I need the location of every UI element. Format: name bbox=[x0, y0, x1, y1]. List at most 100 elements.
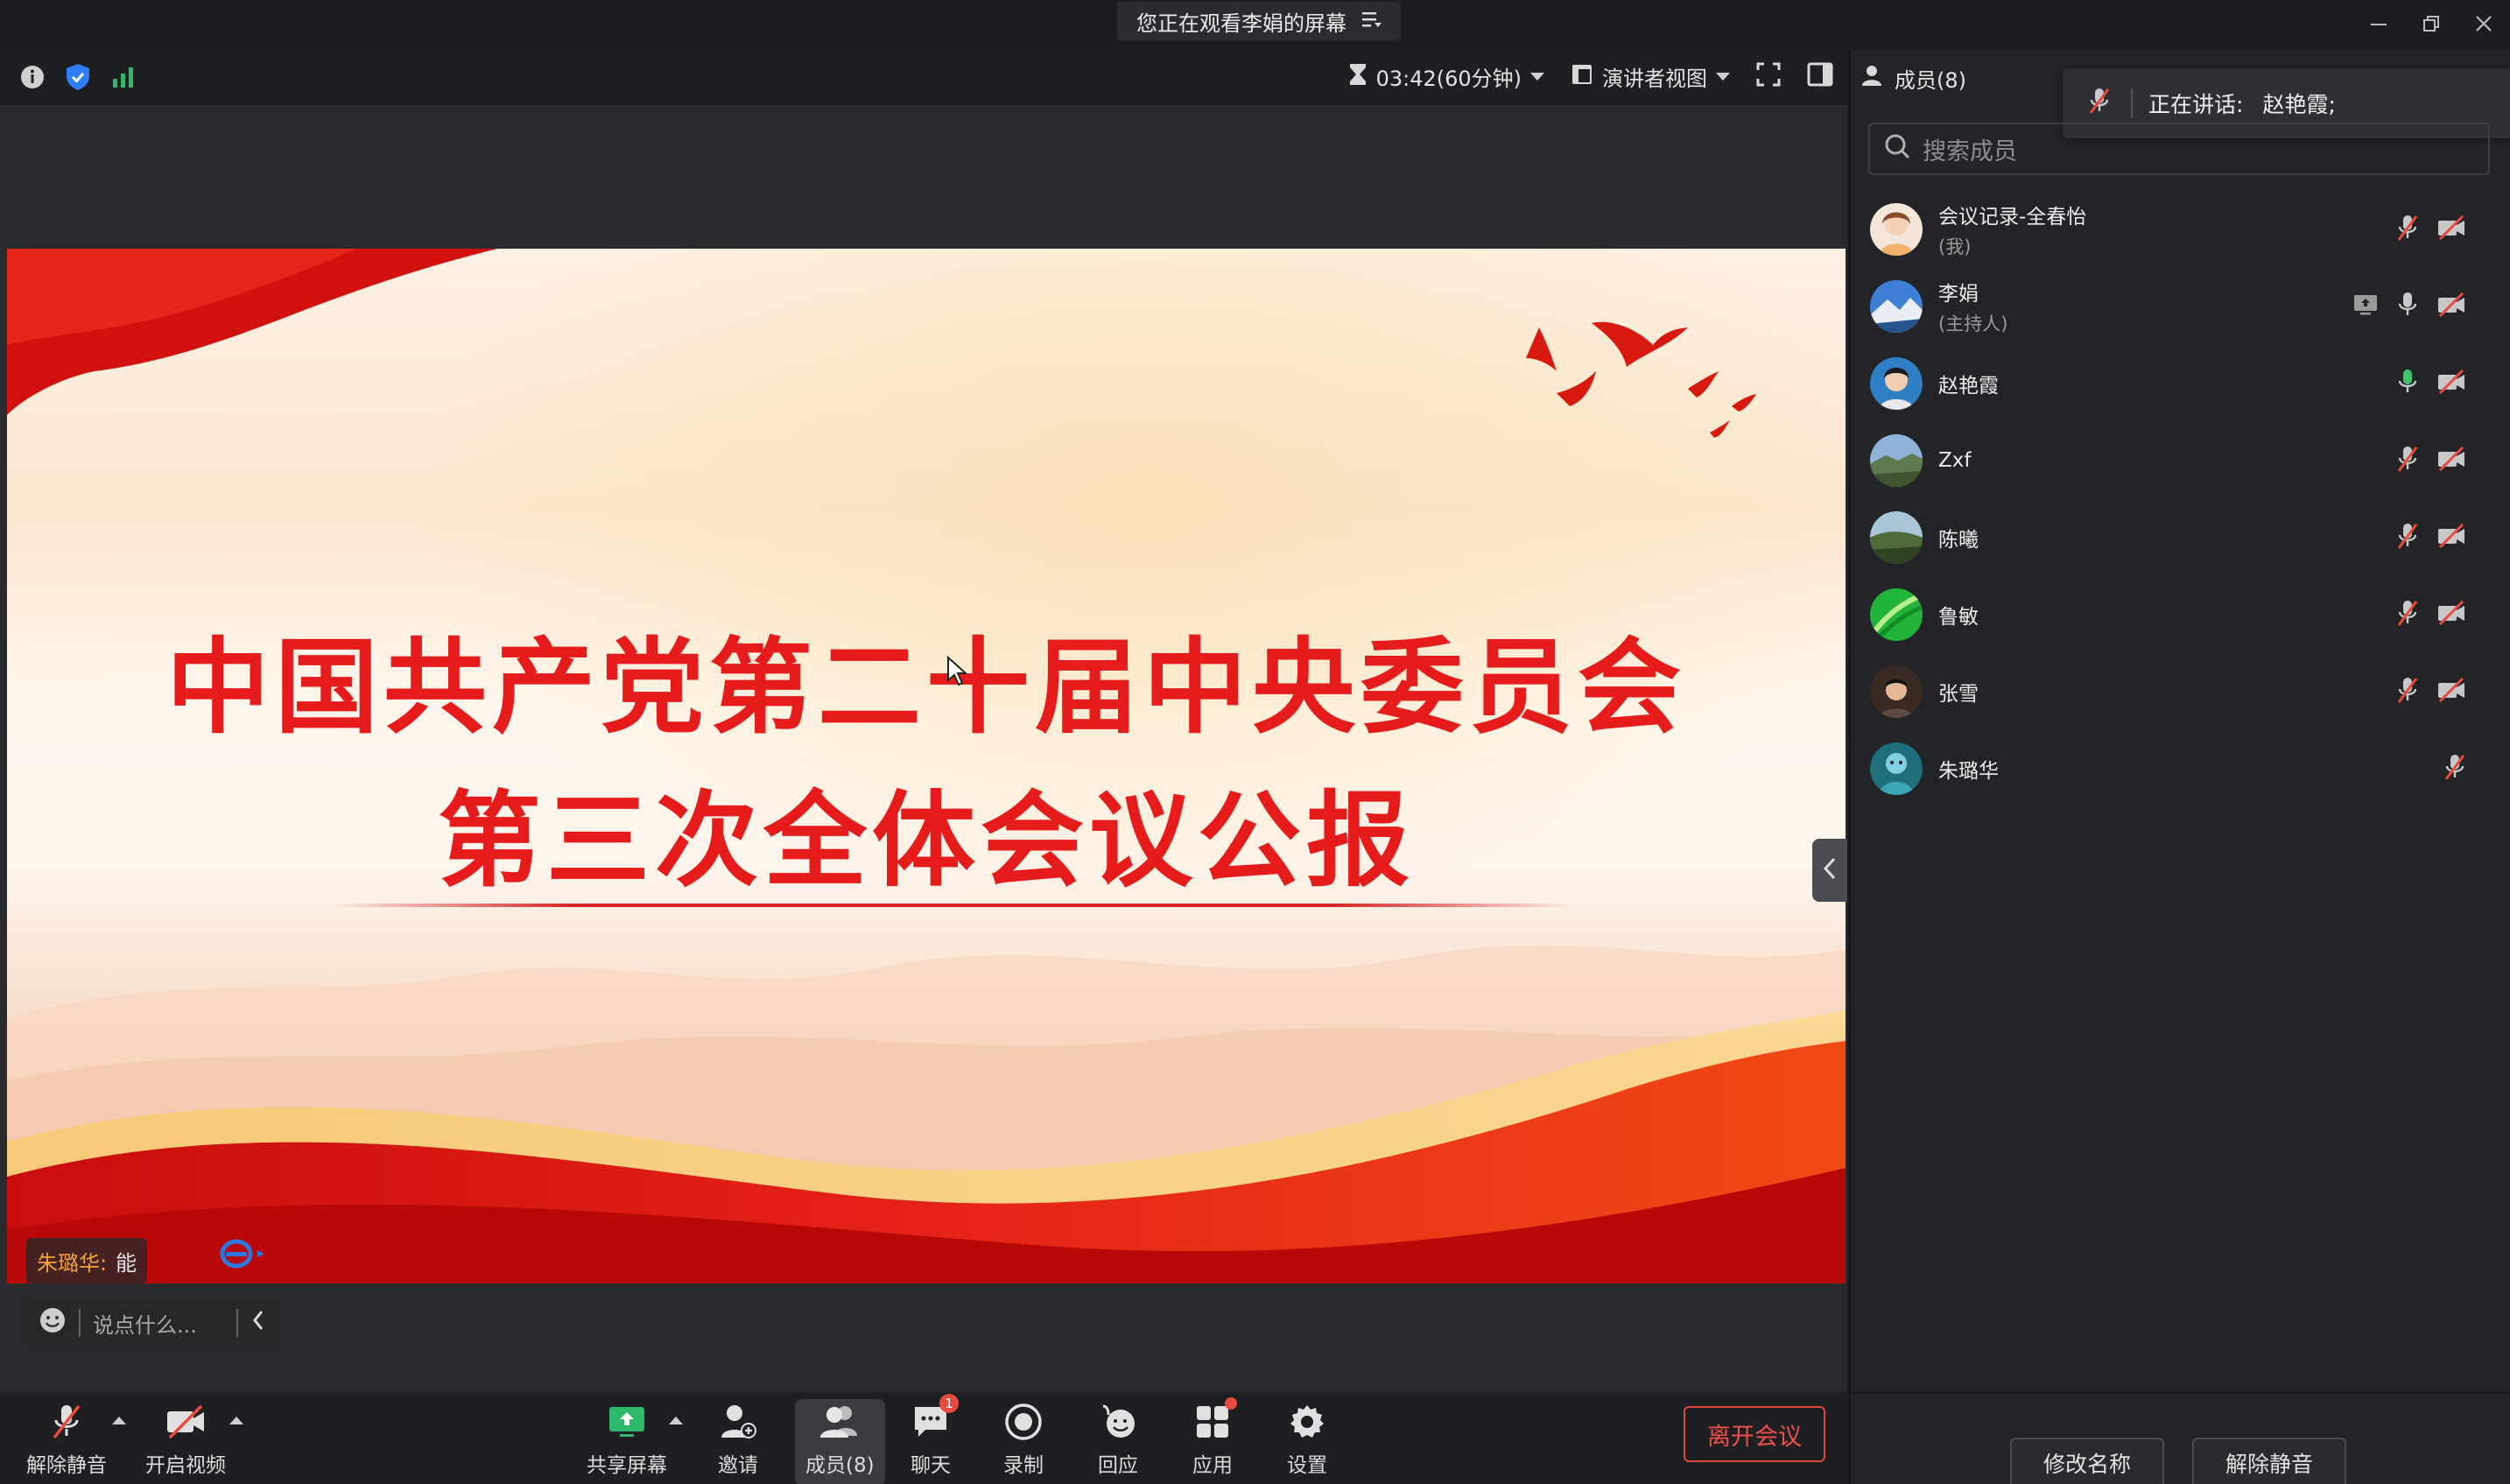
video-off-icon bbox=[165, 1399, 207, 1445]
members-tab-label[interactable]: 成员(8) bbox=[1895, 63, 1966, 94]
record-button[interactable]: 录制 bbox=[1003, 1399, 1044, 1478]
search-icon bbox=[1884, 133, 1910, 165]
member-row[interactable]: 陈曦 bbox=[1851, 499, 2510, 576]
member-name: 鲁敏 bbox=[1938, 606, 1979, 629]
chevron-up-icon[interactable] bbox=[229, 1417, 243, 1424]
member-text: 赵艳霞 bbox=[1938, 369, 1999, 398]
apps-label: 应用 bbox=[1192, 1454, 1233, 1477]
speaker-divider bbox=[2131, 88, 2133, 118]
member-row[interactable]: 赵艳霞 bbox=[1851, 345, 2510, 422]
members-button[interactable]: 成员(8) bbox=[795, 1399, 885, 1484]
view-mode-selector[interactable]: 演讲者视图 bbox=[1571, 61, 1730, 92]
members-label: 成员(8) bbox=[805, 1454, 875, 1477]
chevron-left-icon[interactable] bbox=[250, 1309, 266, 1337]
record-icon bbox=[1004, 1399, 1043, 1445]
member-text: 张雪 bbox=[1938, 677, 1979, 707]
member-name: Zxf bbox=[1938, 449, 1972, 472]
presentation-slide: 中国共产党第二十届中央委员会 第三次全体会议公报 bbox=[7, 249, 1846, 1284]
leave-meeting-button[interactable]: 离开会议 bbox=[1684, 1406, 1825, 1462]
close-icon[interactable] bbox=[2457, 0, 2510, 47]
slide-title-line-1: 中国共产党第二十届中央委员会 bbox=[165, 627, 1686, 748]
unmute-self-button[interactable]: 解除静音 bbox=[2192, 1438, 2346, 1484]
react-button[interactable]: 回应 bbox=[1098, 1399, 1138, 1478]
menu-lines-icon[interactable] bbox=[1362, 9, 1382, 33]
meeting-timer[interactable]: 03:42(60分钟) bbox=[1348, 61, 1544, 92]
emoji-icon[interactable] bbox=[39, 1306, 67, 1340]
avatar bbox=[1870, 665, 1923, 718]
mic-muted-icon[interactable] bbox=[2396, 599, 2419, 630]
members-panel-footer: 修改名称 解除静音 bbox=[1851, 1392, 2510, 1484]
chevron-up-icon[interactable] bbox=[669, 1417, 683, 1424]
member-row[interactable]: 朱璐华 bbox=[1851, 730, 2510, 807]
browser-logo-icon bbox=[220, 1239, 264, 1269]
collapse-panel-tab[interactable] bbox=[1812, 839, 1847, 902]
video-off-icon[interactable] bbox=[2436, 215, 2466, 243]
rename-button[interactable]: 修改名称 bbox=[2010, 1438, 2164, 1484]
fullscreen-icon[interactable] bbox=[1756, 62, 1781, 92]
chat-sender-name: 朱璐华: bbox=[37, 1250, 108, 1276]
shield-icon[interactable] bbox=[65, 63, 91, 95]
member-status-icons bbox=[2396, 599, 2466, 630]
info-icon[interactable] bbox=[19, 64, 46, 94]
avatar bbox=[1870, 588, 1923, 641]
hourglass-icon bbox=[1348, 62, 1367, 92]
speaking-name: 赵艳霞; bbox=[2262, 92, 2336, 117]
gear-icon bbox=[1288, 1399, 1326, 1445]
member-text: 会议记录-全春怡 (我) bbox=[1938, 200, 2086, 259]
member-name: 赵艳霞 bbox=[1938, 375, 1999, 397]
mic-muted-icon[interactable] bbox=[2396, 214, 2419, 245]
quick-chat-input[interactable]: 说点什么... bbox=[26, 1299, 280, 1347]
member-status-icons bbox=[2396, 214, 2466, 245]
share-screen-button[interactable]: 共享屏幕 bbox=[587, 1399, 667, 1478]
title-bar: 您正在观看李娟的屏幕 bbox=[0, 0, 2510, 51]
unmute-button[interactable]: 解除静音 bbox=[26, 1399, 107, 1478]
member-search-input[interactable]: 搜索成员 bbox=[1868, 123, 2490, 175]
avatar bbox=[1870, 357, 1923, 410]
sidebar-toggle-icon[interactable] bbox=[1807, 62, 1833, 92]
speaking-label: 正在讲话: bbox=[2148, 92, 2244, 117]
video-off-icon[interactable] bbox=[2436, 292, 2466, 320]
signal-icon[interactable] bbox=[110, 65, 137, 93]
mic-speaking-icon[interactable] bbox=[2396, 368, 2419, 399]
invite-button[interactable]: 邀请 bbox=[718, 1399, 758, 1478]
video-off-icon[interactable] bbox=[2436, 600, 2466, 629]
member-name: 李娟 bbox=[1938, 283, 1979, 306]
mic-muted-icon[interactable] bbox=[2396, 522, 2419, 553]
member-status-icons bbox=[2396, 368, 2466, 399]
chevron-up-icon[interactable] bbox=[112, 1417, 126, 1424]
apps-button[interactable]: 应用 bbox=[1192, 1397, 1237, 1478]
mic-muted-icon[interactable] bbox=[2396, 676, 2419, 707]
video-off-icon[interactable] bbox=[2436, 677, 2466, 706]
video-off-icon[interactable] bbox=[2436, 369, 2466, 397]
start-video-button[interactable]: 开启视频 bbox=[145, 1399, 226, 1478]
member-row[interactable]: 会议记录-全春怡 (我) bbox=[1851, 191, 2510, 268]
minimize-icon[interactable] bbox=[2352, 0, 2405, 47]
unmute-label: 解除静音 bbox=[26, 1454, 107, 1477]
restore-icon[interactable] bbox=[2405, 0, 2457, 47]
member-status-icons bbox=[2396, 445, 2466, 476]
member-status-icons bbox=[2396, 676, 2466, 707]
video-off-icon[interactable] bbox=[2436, 446, 2466, 475]
mic-muted-icon[interactable] bbox=[2443, 753, 2466, 784]
layout-icon bbox=[1571, 63, 1593, 91]
start-video-label: 开启视频 bbox=[145, 1454, 226, 1477]
member-role: (主持人) bbox=[1938, 313, 2008, 334]
member-text: 李娟 (主持人) bbox=[1938, 277, 2007, 336]
chat-button[interactable]: 1 聊天 bbox=[910, 1394, 959, 1478]
record-label: 录制 bbox=[1003, 1454, 1044, 1477]
members-panel: 成员(8) 正在讲话: 赵艳霞; 搜索成员 会议记录-全春怡 (我) 李娟 (主… bbox=[1849, 51, 2510, 1484]
mic-on-icon[interactable] bbox=[2396, 291, 2419, 322]
member-name: 朱璐华 bbox=[1938, 760, 1999, 783]
member-row[interactable]: 李娟 (主持人) bbox=[1851, 268, 2510, 345]
member-row[interactable]: 张雪 bbox=[1851, 653, 2510, 730]
screen-share-title[interactable]: 您正在观看李娟的屏幕 bbox=[1117, 2, 1401, 40]
slide-divider bbox=[331, 904, 1574, 907]
member-text: Zxf bbox=[1938, 449, 1971, 472]
mic-muted-icon bbox=[2087, 87, 2112, 120]
video-off-icon[interactable] bbox=[2436, 523, 2466, 552]
window-controls bbox=[2352, 0, 2510, 47]
settings-button[interactable]: 设置 bbox=[1287, 1399, 1327, 1478]
member-row[interactable]: Zxf bbox=[1851, 422, 2510, 499]
member-row[interactable]: 鲁敏 bbox=[1851, 576, 2510, 653]
mic-muted-icon[interactable] bbox=[2396, 445, 2419, 476]
